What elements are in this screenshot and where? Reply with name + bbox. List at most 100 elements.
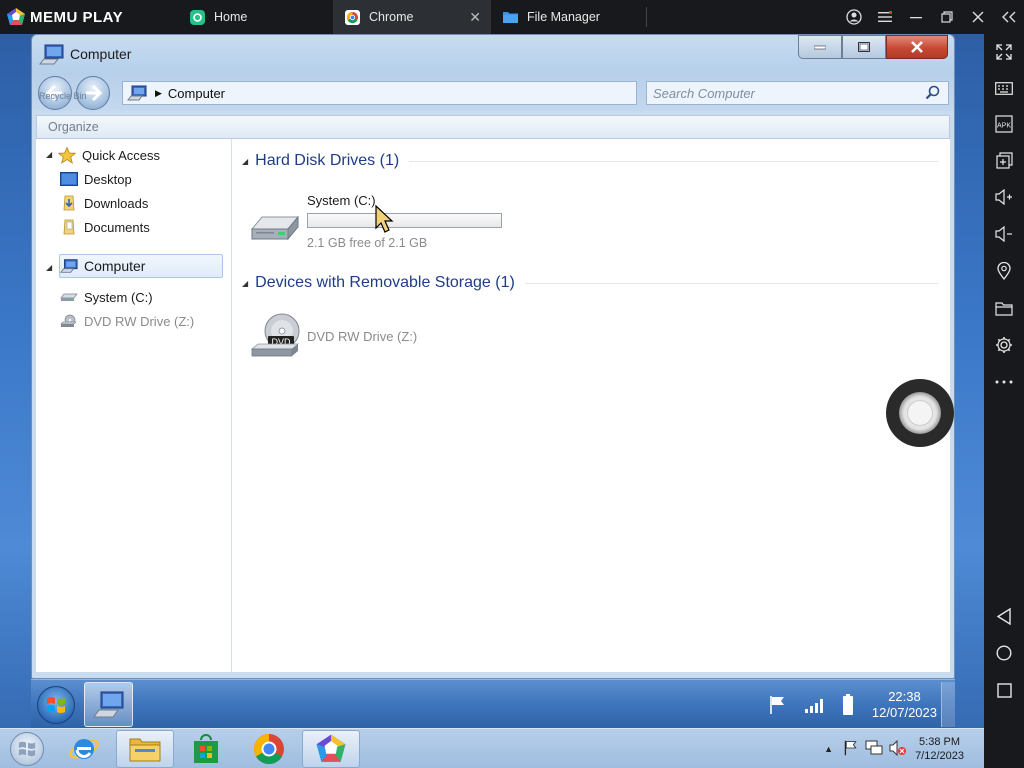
more-icon[interactable] [984, 367, 1024, 397]
pin-store[interactable] [177, 730, 235, 768]
show-desktop-button[interactable] [941, 682, 955, 727]
restore-icon[interactable] [931, 0, 962, 34]
maximize-button[interactable] [842, 35, 886, 59]
tab-close-icon[interactable]: ✕ [469, 9, 481, 26]
flag-icon[interactable] [768, 695, 788, 715]
battery-icon[interactable] [842, 693, 854, 716]
inner-system-tray: 22:38 12/07/2023 [760, 680, 937, 729]
taskbar-explorer-button[interactable] [84, 682, 133, 727]
nav-item-documents[interactable]: Documents [60, 216, 150, 238]
recents-icon[interactable] [984, 675, 1024, 705]
flag-icon[interactable] [843, 740, 859, 759]
nav-item-quick-access[interactable]: Quick Access [58, 144, 160, 166]
tab-chrome-label: Chrome [369, 10, 414, 24]
network-icon[interactable] [865, 740, 883, 759]
volume-up-icon[interactable] [984, 182, 1024, 212]
settings-icon[interactable] [984, 330, 1024, 360]
nav-item-label: Downloads [84, 195, 149, 211]
group-divider [524, 282, 938, 284]
pin-memu[interactable] [302, 730, 360, 768]
host-taskbar: ▲ 5:38 PM 7/12/2023 [0, 728, 984, 768]
emulator-sidebar: APK [984, 34, 1024, 768]
desktop-icon [60, 171, 78, 187]
close-button[interactable] [886, 35, 948, 59]
tab-home[interactable]: Home [178, 0, 333, 34]
emulator-title-bar: MEMU PLAY Home Chrome ✕ File Manager [0, 0, 1024, 34]
show-hidden-icons-icon[interactable]: ▲ [824, 744, 833, 754]
drive-c-label: System (C:) [307, 193, 376, 208]
explorer-title-bar[interactable]: Computer [32, 35, 954, 75]
keyboard-icon[interactable] [984, 73, 1024, 103]
breadcrumb-arrow-icon[interactable]: ▶ [155, 88, 162, 99]
apk-icon[interactable]: APK [984, 109, 1024, 139]
organize-button[interactable]: Organize [48, 120, 99, 134]
back-icon[interactable] [984, 601, 1024, 631]
nav-item-desktop[interactable]: Desktop [60, 168, 132, 190]
group-divider [409, 160, 938, 162]
minimize-button[interactable] [798, 35, 842, 59]
menu-icon[interactable] [869, 0, 900, 34]
group-removable-storage[interactable]: ◢ Devices with Removable Storage (1) [242, 274, 938, 292]
breadcrumb-computer[interactable]: Computer [168, 86, 225, 101]
apk-icon-label: APK [997, 123, 1011, 130]
floating-action-ball[interactable] [886, 379, 954, 447]
search-placeholder: Search Computer [653, 85, 755, 101]
content-pane: ◢ Hard Disk Drives (1) System (C:) 2.1 G… [232, 139, 950, 672]
inner-clock[interactable]: 22:38 12/07/2023 [872, 689, 937, 721]
nav-item-system-c[interactable]: System (C:) [60, 286, 153, 308]
search-input[interactable]: Search Computer [646, 81, 949, 105]
minimize-icon[interactable] [900, 0, 931, 34]
computer-icon [38, 44, 65, 69]
add-window-icon[interactable] [984, 145, 1024, 175]
network-signal-icon[interactable] [804, 697, 826, 713]
collapse-arrow-icon[interactable]: ◢ [242, 279, 248, 288]
tab-home-label: Home [214, 10, 248, 24]
memu-logo: MEMU PLAY [0, 7, 178, 27]
inner-start-button[interactable] [37, 686, 75, 724]
downloads-folder-icon [60, 195, 78, 211]
host-clock[interactable]: 5:38 PM 7/12/2023 [915, 735, 964, 763]
tab-chrome[interactable]: Chrome ✕ [333, 0, 491, 34]
folder-icon[interactable] [984, 293, 1024, 323]
chrome-icon [253, 734, 284, 765]
quick-access-expander-icon[interactable]: ◢ [46, 150, 52, 159]
host-start-button[interactable] [10, 732, 44, 766]
nav-item-computer[interactable]: Computer [60, 255, 145, 277]
search-icon[interactable] [925, 85, 940, 103]
hard-drive-icon [250, 211, 300, 248]
group-hard-disk-drives[interactable]: ◢ Hard Disk Drives (1) [242, 152, 938, 170]
close-icon[interactable] [962, 0, 993, 34]
pin-file-explorer[interactable] [116, 730, 174, 768]
nav-item-dvd-drive[interactable]: DVD RW Drive (Z:) [60, 310, 194, 332]
tab-file-manager[interactable]: File Manager [491, 0, 646, 34]
volume-muted-icon[interactable] [889, 739, 907, 759]
fullscreen-icon[interactable] [984, 37, 1024, 67]
collapse-sidebar-icon[interactable] [993, 0, 1024, 34]
drive-c-usage-bar [307, 213, 502, 228]
home-icon[interactable] [984, 638, 1024, 668]
inner-clock-time: 22:38 [888, 688, 921, 704]
group-header-label: Hard Disk Drives (1) [255, 152, 400, 169]
pin-chrome[interactable] [240, 730, 298, 768]
volume-down-icon[interactable] [984, 219, 1024, 249]
hard-drive-icon [60, 289, 78, 305]
navigation-pane: ◢ Quick Access Desktop Downloads Documen… [36, 139, 232, 672]
address-bar[interactable]: ▶ Computer [122, 81, 637, 105]
computer-expander-icon[interactable]: ◢ [46, 263, 52, 272]
explorer-window: Computer ▶ Computer Search Computer Recy… [31, 34, 955, 679]
memu-brand-text: MEMU PLAY [30, 8, 124, 26]
minimize-icon [814, 45, 826, 50]
nav-item-downloads[interactable]: Downloads [60, 192, 148, 214]
location-icon[interactable] [984, 256, 1024, 286]
computer-icon [127, 85, 147, 101]
host-system-tray: ▲ 5:38 PM 7/12/2023 [824, 729, 984, 768]
chrome-icon [345, 9, 360, 25]
windows-logo-icon [47, 697, 65, 713]
host-clock-date: 7/12/2023 [915, 750, 964, 762]
drive-tile-dvd[interactable]: DVD DVD RW Drive (Z:) [250, 307, 510, 367]
pin-internet-explorer[interactable] [55, 730, 113, 768]
account-icon[interactable] [838, 0, 869, 34]
emulator-window-controls [838, 0, 1024, 34]
collapse-arrow-icon[interactable]: ◢ [242, 157, 248, 166]
memu-logo-icon [7, 8, 25, 25]
